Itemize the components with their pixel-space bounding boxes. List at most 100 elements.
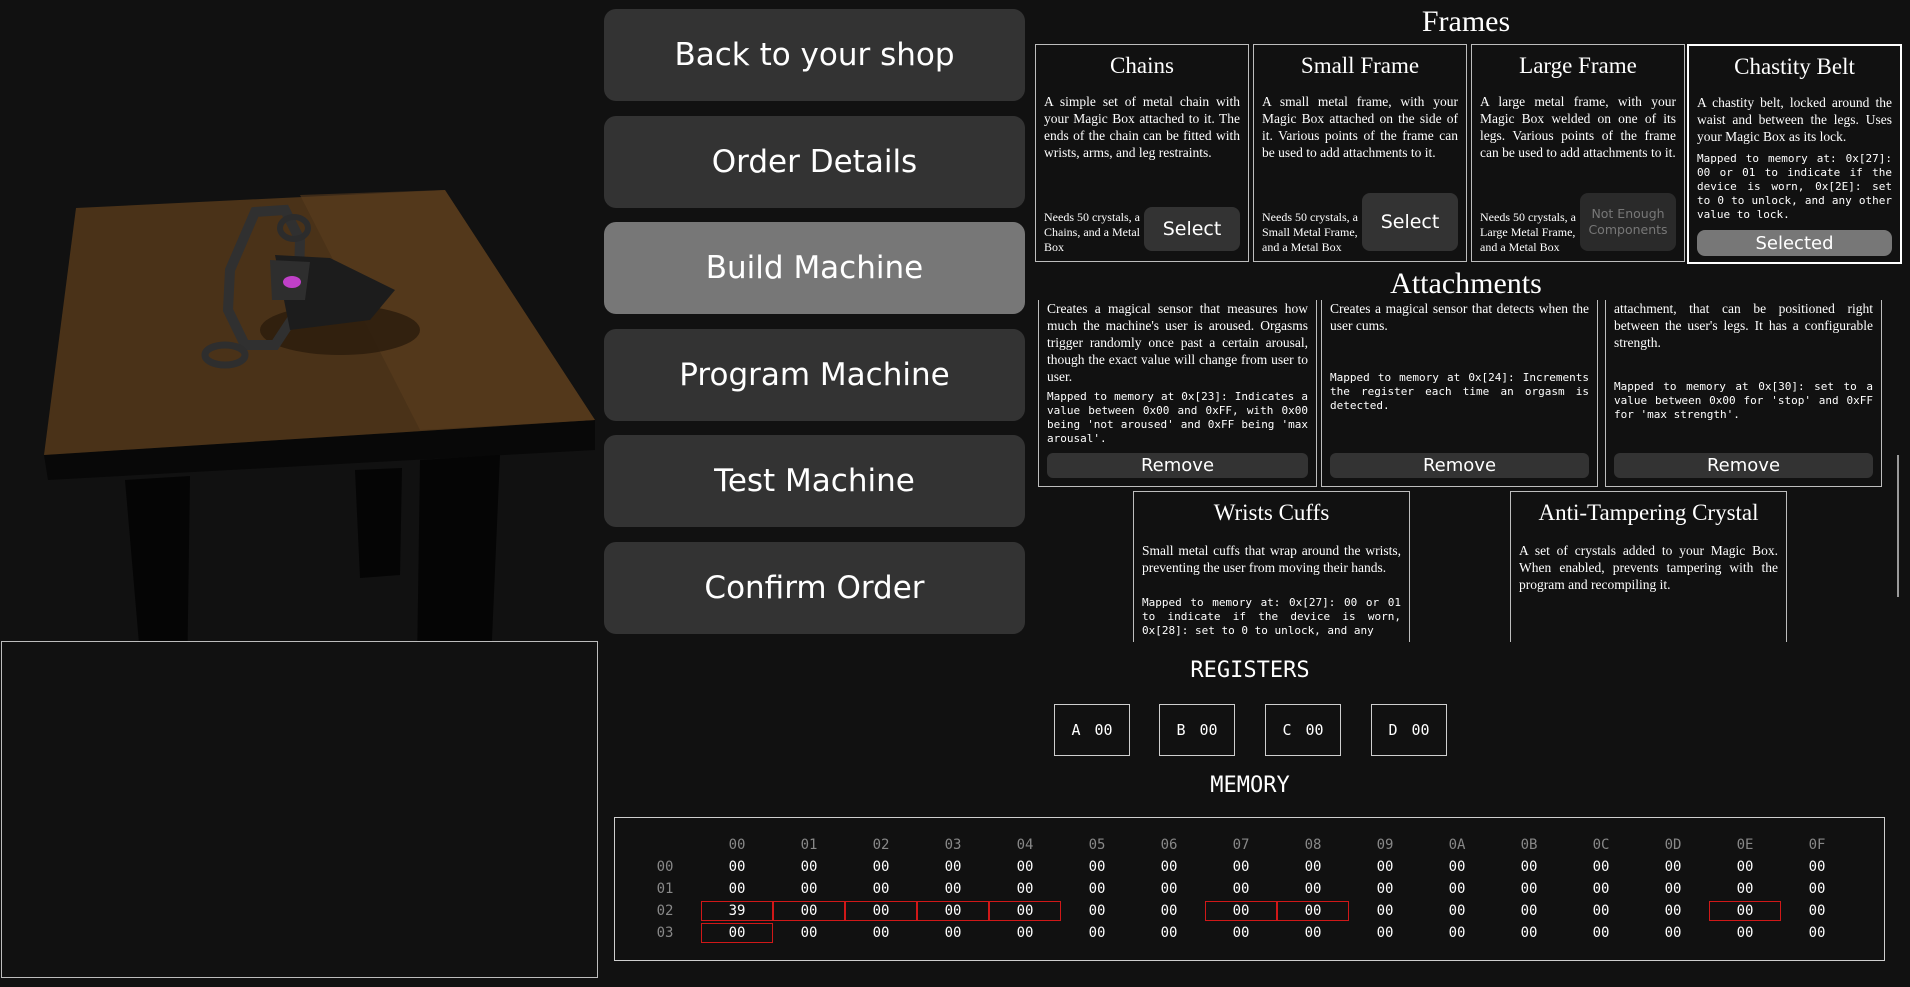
back-to-shop-button[interactable]: Back to your shop: [604, 9, 1025, 101]
attachments-title: Attachments: [1390, 267, 1542, 300]
memory-cell: 00: [1160, 903, 1178, 919]
memory-cell: 00: [1232, 859, 1250, 875]
memory-cell: 00: [773, 901, 845, 921]
memory-cell: 00: [1520, 881, 1538, 897]
remove-orgasm-sensor-button[interactable]: Remove: [1330, 453, 1589, 478]
memory-cell: 00: [728, 881, 746, 897]
remove-vibrator-button[interactable]: Remove: [1614, 453, 1873, 478]
memory-col-header: 07: [1232, 837, 1250, 853]
memory-cell: 00: [1808, 925, 1826, 941]
memory-cell: 00: [1160, 925, 1178, 941]
frame-title: Chains: [1110, 53, 1174, 78]
memory-cell: 00: [1520, 859, 1538, 875]
memory-col-header: 08: [1304, 837, 1322, 853]
memory-cell: 00: [1205, 901, 1277, 921]
memory-col-header: 05: [1088, 837, 1106, 853]
memory-cell: 00: [845, 901, 917, 921]
memory-col-header: 03: [944, 837, 962, 853]
build-machine-button[interactable]: Build Machine: [604, 222, 1025, 314]
registers-title: REGISTERS: [1190, 658, 1310, 683]
memory-cell: 00: [1664, 903, 1682, 919]
table-leg: [355, 468, 402, 578]
register-a: A 00: [1054, 704, 1130, 756]
frame-requirements: Needs 50 crystals, a Large Metal Frame, …: [1480, 210, 1576, 254]
memory-cell: 00: [728, 859, 746, 875]
attachment-memory-mapping: Mapped to memory at 0x[23]: Indicates a …: [1047, 390, 1308, 445]
attachment-card-vibrator: attachment, that can be positioned right…: [1605, 300, 1882, 487]
memory-cell: 00: [1160, 881, 1178, 897]
frame-requirements: Needs 50 crystals, a Chains, and a Metal…: [1044, 210, 1140, 254]
confirm-order-button[interactable]: Confirm Order: [604, 542, 1025, 634]
memory-cell: 00: [1376, 925, 1394, 941]
memory-cell: 00: [800, 881, 818, 897]
select-small-frame-button[interactable]: Select: [1362, 193, 1458, 251]
frame-title: Small Frame: [1300, 53, 1420, 78]
program-machine-button[interactable]: Program Machine: [604, 329, 1025, 421]
attachment-card-orgasm-sensor: Creates a magical sensor that detects wh…: [1321, 300, 1598, 487]
memory-col-header: 0F: [1808, 837, 1826, 853]
attachment-memory-mapping: Mapped to memory at 0x[30]: set to a val…: [1614, 380, 1873, 421]
memory-cell: 00: [944, 881, 962, 897]
attachment-description: Small metal cuffs that wrap around the w…: [1142, 543, 1401, 575]
not-enough-components-button[interactable]: Not Enough Components: [1580, 193, 1676, 251]
memory-cell: 00: [701, 923, 773, 943]
memory-cell: 00: [989, 901, 1061, 921]
select-chains-button[interactable]: Select: [1144, 207, 1240, 251]
register-value: 00: [1411, 721, 1430, 739]
magic-box-gem: [283, 276, 301, 288]
remove-arousal-sensor-button[interactable]: Remove: [1047, 453, 1308, 478]
memory-cell: 00: [1277, 901, 1349, 921]
memory-col-header: 0E: [1736, 837, 1754, 853]
selected-chastity-belt-button[interactable]: Selected: [1697, 230, 1892, 256]
frame-description: A large metal frame, with your Magic Box…: [1480, 94, 1676, 160]
attachment-card-wrists-cuffs: Wrists Cuffs Small metal cuffs that wrap…: [1133, 491, 1410, 642]
memory-cell: 00: [1376, 903, 1394, 919]
attachment-description: Creates a magical sensor that detects wh…: [1330, 301, 1589, 333]
memory-cell: 00: [1664, 881, 1682, 897]
memory-cell: 00: [1592, 859, 1610, 875]
memory-cell: 00: [1448, 859, 1466, 875]
memory-col-header: 02: [872, 837, 890, 853]
memory-col-header: 0A: [1448, 837, 1466, 853]
memory-cell: 00: [800, 925, 818, 941]
memory-cell: 00: [872, 925, 890, 941]
register-name: B: [1176, 721, 1186, 739]
memory-row-header: 00: [656, 859, 674, 875]
memory-table: 00 01 02 03 04 05 06 07 08 09 0A 0B 0C 0D 0E 0F 00 00 00 00…: [614, 817, 1885, 961]
memory-cell: 00: [1736, 859, 1754, 875]
attachment-description: Creates a magical sensor that measures h…: [1047, 301, 1308, 384]
frame-card-large-frame: Large Frame A large metal frame, with yo…: [1471, 44, 1685, 262]
memory-cell: 00: [1736, 925, 1754, 941]
memory-col-header: 00: [728, 837, 746, 853]
attachment-memory-mapping: Mapped to memory at 0x[24]: Increments t…: [1330, 371, 1589, 412]
frame-description: A chastity belt, locked around the waist…: [1697, 95, 1892, 144]
memory-col-header: 06: [1160, 837, 1178, 853]
memory-cell: 00: [944, 859, 962, 875]
register-c: C 00: [1265, 704, 1341, 756]
memory-cell: 00: [1520, 903, 1538, 919]
register-b: B 00: [1159, 704, 1235, 756]
attachment-description: A set of crystals added to your Magic Bo…: [1519, 543, 1778, 592]
memory-cell: 00: [1592, 903, 1610, 919]
attachments-scrollbar[interactable]: [1897, 455, 1899, 597]
frame-card-chains: Chains A simple set of metal chain with …: [1035, 44, 1249, 262]
memory-cell: 00: [1709, 901, 1781, 921]
register-name: C: [1282, 721, 1292, 739]
preview-overlay-panel: [1, 641, 598, 978]
frame-description: A small metal frame, with your Magic Box…: [1262, 94, 1458, 160]
test-machine-button[interactable]: Test Machine: [604, 435, 1025, 527]
attachment-title: Anti-Tampering Crystal: [1538, 500, 1759, 525]
memory-cell: 00: [1808, 881, 1826, 897]
memory-cell: 00: [1016, 925, 1034, 941]
memory-cell: 00: [1736, 881, 1754, 897]
memory-cell: 00: [1304, 859, 1322, 875]
register-value: 00: [1305, 721, 1324, 739]
register-name: D: [1388, 721, 1398, 739]
memory-cell: 00: [944, 925, 962, 941]
order-details-button[interactable]: Order Details: [604, 116, 1025, 208]
memory-cell: 00: [1304, 881, 1322, 897]
register-value: 00: [1094, 721, 1113, 739]
memory-cell: 00: [1376, 859, 1394, 875]
memory-col-header: 01: [800, 837, 818, 853]
attachment-card-anti-tampering-crystal: Anti-Tampering Crystal A set of crystals…: [1510, 491, 1787, 642]
